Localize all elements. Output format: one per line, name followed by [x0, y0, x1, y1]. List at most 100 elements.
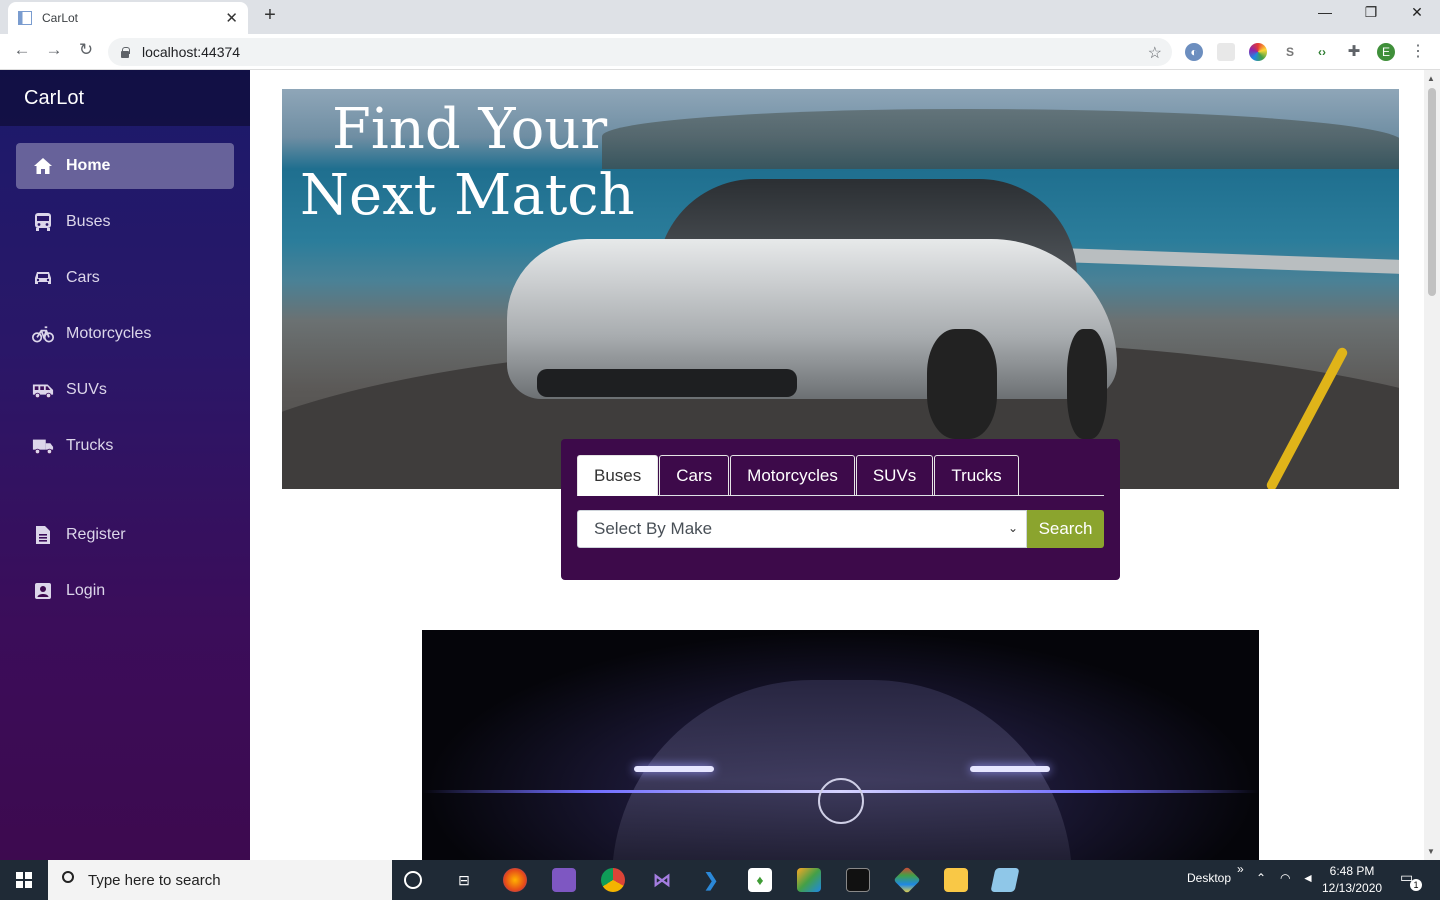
sidebar: CarLot Home Buses Cars Motorcycles SUVs: [0, 70, 250, 860]
file-explorer-icon[interactable]: [944, 868, 968, 892]
vehicle-type-tabs: Buses Cars Motorcycles SUVs Trucks: [577, 455, 1104, 496]
make-select-value: Select By Make: [594, 519, 713, 538]
windows-taskbar: Type here to search ⊟ ⋈ ❯ ♦ Desktop » ⌃ …: [0, 860, 1440, 900]
wifi-icon[interactable]: ◠: [1280, 871, 1290, 885]
browser-toolbar: ← → ↻ localhost:44374 ☆ ◐ S ‹› ✚ E ⋮: [0, 34, 1440, 70]
promo-car-image: [422, 630, 1259, 860]
page-scrollbar[interactable]: ▲ ▼: [1424, 70, 1440, 860]
app-colorful-icon[interactable]: [797, 868, 821, 892]
scroll-down-arrow-icon[interactable]: ▼: [1427, 847, 1435, 856]
toolbar-expand-icon[interactable]: »: [1237, 862, 1244, 876]
profile-avatar[interactable]: E: [1377, 43, 1395, 61]
address-bar[interactable]: localhost:44374 ☆: [108, 38, 1172, 66]
extension-compass-icon[interactable]: ◐: [1185, 43, 1203, 61]
mongodb-icon[interactable]: ♦: [748, 868, 772, 892]
extension-code-icon[interactable]: ‹›: [1313, 43, 1331, 61]
home-icon: [32, 156, 54, 176]
notepad-icon[interactable]: [990, 868, 1020, 892]
car-icon: [32, 268, 54, 288]
extension-colorwheel-icon[interactable]: [1249, 43, 1267, 61]
hero-hills: [602, 109, 1399, 169]
car-emblem-icon: [818, 778, 864, 824]
hero-title-line2: Next Match: [300, 163, 635, 228]
tray-chevron-up-icon[interactable]: ⌃: [1256, 871, 1266, 885]
window-close-icon[interactable]: ✕: [1394, 4, 1440, 21]
vehicle-search-panel: Buses Cars Motorcycles SUVs Trucks Selec…: [561, 439, 1120, 580]
tab-cars[interactable]: Cars: [659, 455, 730, 496]
back-arrow-icon[interactable]: ←: [10, 40, 34, 60]
extension-grid-icon[interactable]: [1217, 43, 1235, 61]
url-text: localhost:44374: [142, 44, 241, 60]
cortana-icon[interactable]: [404, 871, 422, 889]
tab-motorcycles[interactable]: Motorcycles: [730, 455, 855, 496]
main-content: Find Your Next Match Buses Cars Motorcyc…: [250, 70, 1424, 860]
vscode-icon[interactable]: ❯: [699, 868, 723, 892]
desktop-toolbar-label[interactable]: Desktop: [1187, 871, 1231, 885]
brand-name[interactable]: CarLot: [24, 87, 84, 110]
forward-arrow-icon[interactable]: →: [42, 40, 66, 60]
clock-time: 6:48 PM: [1329, 864, 1375, 878]
windows-logo-icon: [16, 872, 32, 888]
lock-icon[interactable]: [120, 46, 130, 58]
browser-tab-strip: CarLot ✕ + — ❐ ✕: [0, 0, 1440, 34]
gitkraken-icon[interactable]: [893, 866, 921, 894]
search-button[interactable]: Search: [1027, 510, 1104, 548]
bookmark-star-icon[interactable]: ☆: [1148, 43, 1162, 63]
clock-date: 12/13/2020: [1322, 881, 1383, 895]
sidebar-item-label: Login: [66, 582, 106, 599]
start-button[interactable]: [0, 860, 48, 900]
hero-banner: Find Your Next Match: [282, 89, 1399, 489]
sidebar-item-login[interactable]: Login: [16, 568, 234, 614]
new-tab-plus-icon[interactable]: +: [260, 4, 280, 27]
browser-tab[interactable]: CarLot ✕: [8, 2, 248, 34]
sidebar-item-suvs[interactable]: SUVs: [16, 367, 234, 413]
extensions-puzzle-icon[interactable]: ✚: [1345, 43, 1363, 61]
tab-trucks[interactable]: Trucks: [934, 455, 1019, 496]
sidebar-item-register[interactable]: Register: [16, 512, 234, 558]
shuttle-van-icon: [32, 380, 54, 400]
chrome-icon[interactable]: [601, 868, 625, 892]
scrollbar-thumb[interactable]: [1428, 88, 1436, 296]
firefox-icon[interactable]: [503, 868, 527, 892]
document-icon: [32, 525, 54, 545]
sidebar-item-cars[interactable]: Cars: [16, 255, 234, 301]
page-favicon-icon: [18, 11, 32, 25]
brand-bar: CarLot: [0, 70, 250, 126]
sidebar-item-label: Motorcycles: [66, 325, 152, 342]
reload-icon[interactable]: ↻: [74, 40, 98, 60]
tab-suvs[interactable]: SUVs: [855, 455, 934, 496]
make-search-row: Select By Make ⌄ Search: [577, 510, 1104, 548]
sidebar-item-buses[interactable]: Buses: [16, 199, 234, 245]
terminal-icon[interactable]: [846, 868, 870, 892]
visual-studio-icon[interactable]: ⋈: [650, 868, 674, 892]
taskbar-search-placeholder: Type here to search: [88, 871, 221, 889]
app-badge-icon[interactable]: [552, 868, 576, 892]
bicycle-icon: [32, 324, 54, 344]
user-badge-icon: [32, 581, 54, 601]
sidebar-item-home[interactable]: Home: [16, 143, 234, 189]
sidebar-item-label: Buses: [66, 213, 111, 230]
hero-title-line1: Find Your: [332, 97, 608, 162]
make-select[interactable]: Select By Make ⌄: [577, 510, 1027, 548]
bus-icon: [32, 212, 54, 232]
restore-icon[interactable]: ❐: [1348, 4, 1394, 21]
tab-buses[interactable]: Buses: [577, 455, 659, 496]
scroll-up-arrow-icon[interactable]: ▲: [1427, 74, 1435, 83]
sidebar-item-motorcycles[interactable]: Motorcycles: [16, 311, 234, 357]
truck-icon: [32, 436, 54, 456]
tab-close-icon[interactable]: ✕: [225, 9, 238, 27]
task-view-icon[interactable]: ⊟: [452, 868, 476, 892]
search-icon: [62, 871, 74, 883]
browser-menu-icon[interactable]: ⋮: [1409, 43, 1427, 61]
sidebar-item-label: Trucks: [66, 437, 114, 454]
extension-s-icon[interactable]: S: [1281, 43, 1299, 61]
minimize-icon[interactable]: —: [1302, 4, 1348, 20]
taskbar-clock[interactable]: 6:48 PM 12/13/2020: [1322, 863, 1382, 897]
taskbar-search-box[interactable]: Type here to search: [48, 860, 392, 900]
notification-count-badge: 1: [1410, 879, 1422, 891]
sidebar-item-label: Register: [66, 526, 126, 543]
sidebar-item-label: Home: [66, 157, 111, 174]
sidebar-item-label: Cars: [66, 269, 100, 286]
volume-icon[interactable]: ◄: [1302, 871, 1314, 885]
sidebar-item-trucks[interactable]: Trucks: [16, 423, 234, 469]
